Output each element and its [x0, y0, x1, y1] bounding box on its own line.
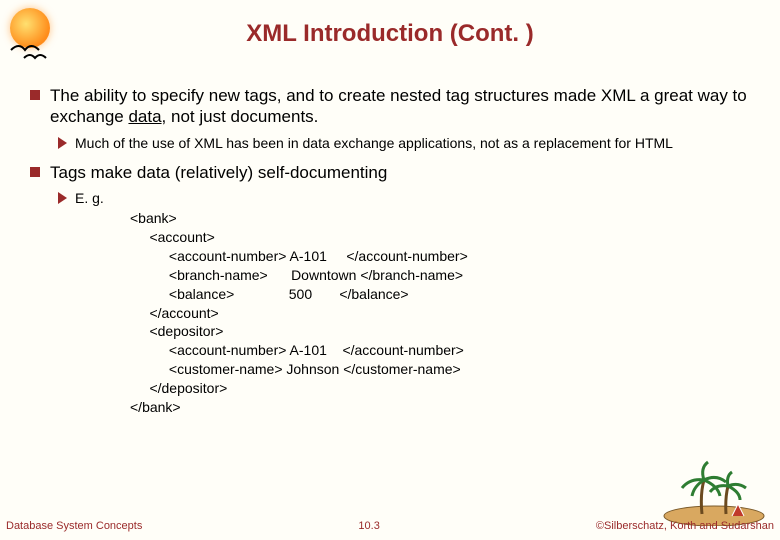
bullet-1-underlined: data	[128, 107, 161, 126]
bullet-1-sub: Much of the use of XML has been in data …	[58, 134, 760, 152]
bullet-1: The ability to specify new tags, and to …	[30, 85, 760, 128]
bullet-1-text: The ability to specify new tags, and to …	[50, 85, 760, 128]
slide-footer: Database System Concepts 10.3 ©Silbersch…	[6, 520, 774, 532]
code-line: <account-number> A-101 </account-number>	[130, 247, 760, 266]
footer-right: ©Silberschatz, Korth and Sudarshan	[596, 520, 774, 532]
code-line: <customer-name> Johnson </customer-name>	[130, 360, 760, 379]
island-decoration	[654, 456, 774, 526]
bullet-2: Tags make data (relatively) self-documen…	[30, 162, 760, 183]
code-line: <account>	[130, 228, 760, 247]
triangle-bullet-icon	[58, 137, 67, 149]
bullet-1-suffix: , not just documents.	[162, 107, 319, 126]
code-line: <account-number> A-101 </account-number>	[130, 341, 760, 360]
triangle-bullet-icon	[58, 192, 67, 204]
code-line: <branch-name> Downtown </branch-name>	[130, 266, 760, 285]
code-line: <balance> 500 </balance>	[130, 285, 760, 304]
bullet-1-sub-text: Much of the use of XML has been in data …	[75, 134, 673, 152]
code-line: <bank>	[130, 209, 760, 228]
bullet-2-sub-label: E. g.	[75, 189, 104, 207]
bullet-2-text: Tags make data (relatively) self-documen…	[50, 162, 387, 183]
code-line: </depositor>	[130, 379, 760, 398]
slide-title: XML Introduction (Cont. )	[0, 0, 780, 48]
slide-body: The ability to specify new tags, and to …	[30, 85, 760, 417]
code-line: </bank>	[130, 398, 760, 417]
footer-center: 10.3	[358, 520, 379, 532]
square-bullet-icon	[30, 167, 40, 177]
code-line: <depositor>	[130, 322, 760, 341]
bullet-2-sub: E. g.	[58, 189, 760, 207]
sun-decoration	[6, 8, 66, 56]
code-line: </account>	[130, 304, 760, 323]
birds-icon	[6, 8, 66, 63]
square-bullet-icon	[30, 90, 40, 100]
footer-left: Database System Concepts	[6, 520, 142, 532]
xml-code-example: <bank> <account> <account-number> A-101 …	[130, 209, 760, 417]
